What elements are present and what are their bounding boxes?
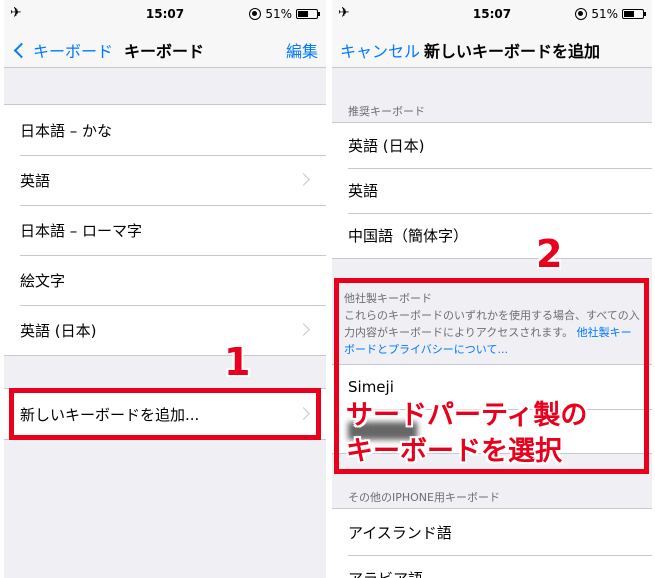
keyboard-list: 日本語 – かな 英語 日本語 – ローマ字 絵文字 英語 (日本) — [4, 104, 326, 356]
battery-icon — [296, 9, 320, 19]
page-title: キーボード — [124, 42, 205, 61]
list-item[interactable]: 英語 (日本) — [4, 305, 326, 355]
list-item[interactable]: 絵文字 — [4, 255, 326, 305]
other-header: その他のIPHONE用キーボード — [348, 491, 500, 504]
keyboard-label: 絵文字 — [20, 271, 66, 290]
list-item[interactable]: 中国語（簡体字） — [332, 213, 652, 258]
chevron-right-icon — [297, 173, 310, 186]
nav-bar: キーボード キーボード 編集 — [4, 28, 326, 68]
status-bar: ✈ 15:07 51% — [4, 0, 326, 28]
keyboard-label: 英語 — [348, 182, 379, 200]
nav-bar: キャンセル 新しいキーボードを追加 — [332, 28, 652, 68]
edit-button[interactable]: 編集 — [286, 38, 318, 62]
callout-line-2: キーボードを選択 — [346, 436, 562, 467]
callout-line-1: サードパーティ製の — [346, 400, 588, 431]
list-item[interactable]: アイスランド語 — [332, 509, 652, 555]
orientation-lock-icon — [249, 8, 262, 20]
keyboard-label: 日本語 – かな — [20, 121, 113, 140]
instruction-callout: サードパーティ製の キーボードを選択 — [346, 398, 646, 470]
page-title: 新しいキーボードを追加 — [424, 42, 601, 61]
battery-percent: 51% — [591, 7, 618, 21]
keyboards-screen: ✈ 15:07 51% キーボード キーボード 編集 日本語 – かな 英語 日… — [4, 0, 326, 578]
list-item[interactable]: 英語 (日本) — [332, 123, 652, 168]
suggested-list: 英語 (日本) 英語 中国語（簡体字） — [332, 122, 652, 259]
status-bar: ✈ 15:07 51% — [332, 0, 652, 28]
chevron-left-icon — [13, 42, 30, 58]
list-item[interactable]: 英語 — [332, 168, 652, 213]
keyboard-label: アラビア語 — [348, 568, 423, 578]
step-number-2: 2 — [536, 232, 563, 276]
other-list: アイスランド語 アラビア語 — [332, 508, 652, 578]
list-item[interactable]: アラビア語 — [332, 555, 652, 578]
step-number-1: 1 — [224, 340, 251, 384]
cancel-button[interactable]: キャンセル — [340, 38, 420, 62]
keyboard-label: 英語 (日本) — [348, 137, 425, 155]
keyboard-label: 英語 — [20, 171, 51, 190]
battery-percent: 51% — [265, 7, 292, 21]
list-item[interactable]: 日本語 – かな — [4, 105, 326, 155]
keyboard-label: 日本語 – ローマ字 — [20, 221, 143, 240]
list-item[interactable]: 日本語 – ローマ字 — [4, 205, 326, 255]
chevron-right-icon — [297, 323, 310, 336]
suggested-header: 推奨キーボード — [348, 105, 425, 118]
orientation-lock-icon — [575, 8, 588, 20]
keyboard-label: 中国語（簡体字） — [348, 227, 469, 245]
list-item[interactable]: 英語 — [4, 155, 326, 205]
back-button[interactable]: キーボード — [12, 38, 113, 62]
back-label: キーボード — [33, 42, 114, 61]
keyboard-label: 英語 (日本) — [20, 321, 97, 340]
highlight-box-add-keyboard — [9, 388, 321, 440]
battery-icon — [622, 9, 646, 19]
keyboard-label: アイスランド語 — [348, 523, 452, 542]
